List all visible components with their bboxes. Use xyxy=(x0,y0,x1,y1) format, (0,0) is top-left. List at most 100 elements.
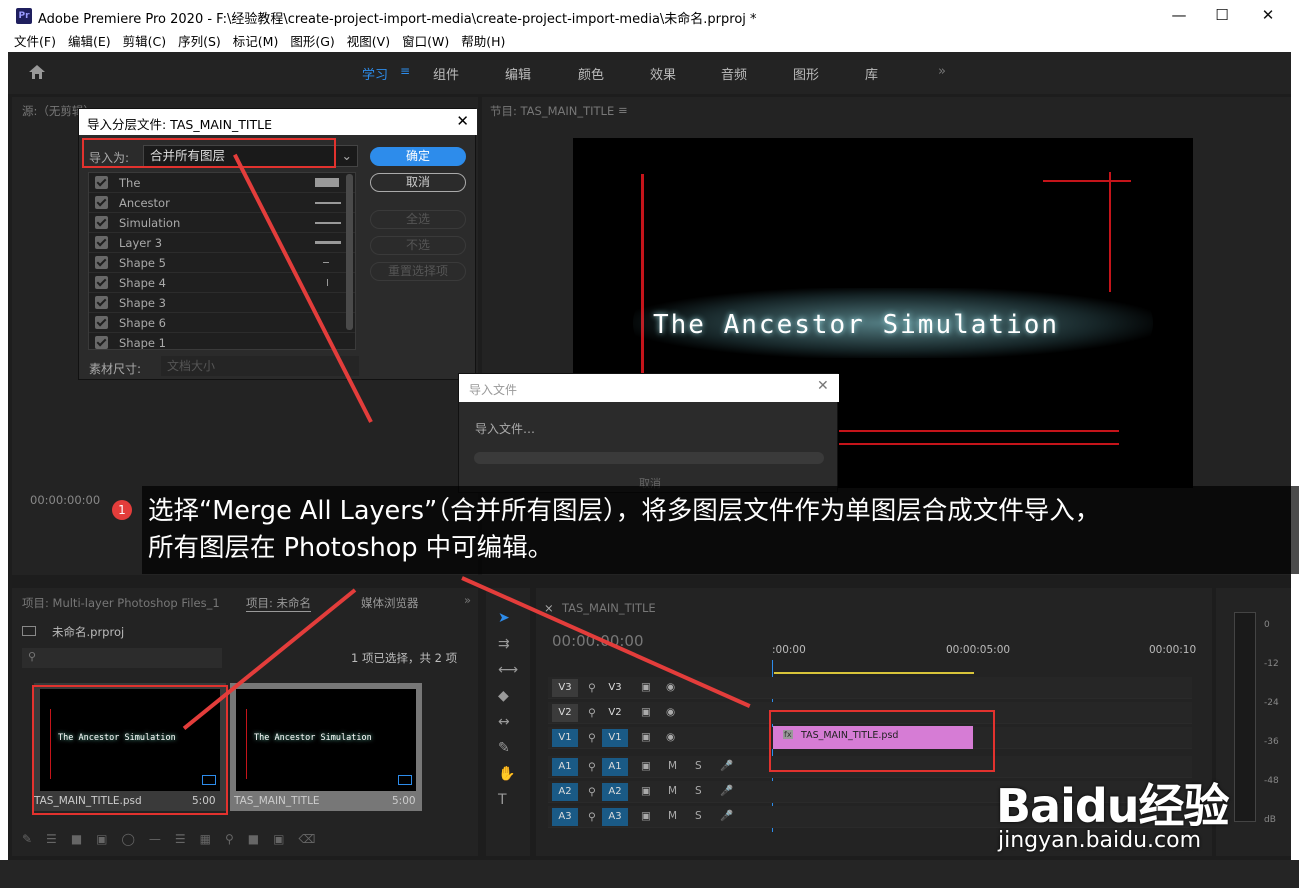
menu-markers[interactable]: 标记(M) xyxy=(227,32,285,52)
menu-help[interactable]: 帮助(H) xyxy=(455,32,511,52)
solo-button[interactable]: S xyxy=(695,810,702,822)
lock-icon[interactable]: ⚲ xyxy=(588,707,596,719)
project-tab-1[interactable]: 项目: Multi-layer Photoshop Files_1 xyxy=(22,595,220,611)
pen-tool-icon[interactable]: ✎ xyxy=(498,740,510,756)
footage-size-select[interactable]: 文档大小 xyxy=(161,356,359,376)
track-label-v1[interactable]: V1 xyxy=(602,729,628,747)
workspace-graphics[interactable]: 图形 xyxy=(793,64,819,83)
layer-row[interactable]: The xyxy=(89,173,355,193)
layer-checkbox[interactable] xyxy=(95,296,108,309)
project-tab-media-browser[interactable]: 媒体浏览器 xyxy=(361,595,419,611)
selection-tool-icon[interactable]: ➤ xyxy=(498,610,510,626)
sync-lock-icon[interactable]: ▣ xyxy=(641,681,651,693)
layer-row[interactable]: Layer 3 xyxy=(89,233,355,253)
work-area-bar[interactable] xyxy=(774,672,974,674)
sync-lock-icon[interactable]: ▣ xyxy=(641,760,651,772)
layer-row[interactable]: Shape 5 xyxy=(89,253,355,273)
workspace-audio[interactable]: 音频 xyxy=(721,64,747,83)
eye-icon[interactable]: ◉ xyxy=(666,706,675,718)
layer-row[interactable]: Simulation xyxy=(89,213,355,233)
sync-lock-icon[interactable]: ▣ xyxy=(641,785,651,797)
lock-icon[interactable]: ⚲ xyxy=(588,786,596,798)
track-target-a1[interactable]: A1 xyxy=(552,758,578,776)
track-target-v2[interactable]: V2 xyxy=(552,704,578,722)
sync-lock-icon[interactable]: ▣ xyxy=(641,706,651,718)
solo-button[interactable]: S xyxy=(695,785,702,797)
track-target-a3[interactable]: A3 xyxy=(552,808,578,826)
layer-checkbox[interactable] xyxy=(95,216,108,229)
layer-checkbox[interactable] xyxy=(95,276,108,289)
workspace-learning[interactable]: 学习 xyxy=(362,64,388,83)
menu-graphics[interactable]: 图形(G) xyxy=(284,32,340,52)
menu-sequence[interactable]: 序列(S) xyxy=(172,32,227,52)
reset-selection-button[interactable]: 重置选择项 xyxy=(370,262,466,281)
menu-file[interactable]: 文件(F) xyxy=(8,32,62,52)
cancel-button[interactable]: 取消 xyxy=(370,173,466,192)
progress-close-icon[interactable]: ✕ xyxy=(817,378,829,394)
sync-lock-icon[interactable]: ▣ xyxy=(641,810,651,822)
menu-window[interactable]: 窗口(W) xyxy=(396,32,455,52)
microphone-icon[interactable]: 🎤 xyxy=(720,759,733,772)
layer-checkbox[interactable] xyxy=(95,336,108,349)
select-none-button[interactable]: 不选 xyxy=(370,236,466,255)
track-target-v1[interactable]: V1 xyxy=(552,729,578,747)
more-tabs-icon[interactable]: » xyxy=(464,593,471,607)
menu-edit[interactable]: 编辑(E) xyxy=(62,32,117,52)
workspace-assembly[interactable]: 组件 xyxy=(433,64,459,83)
ok-button[interactable]: 确定 xyxy=(370,147,466,166)
mute-button[interactable]: M xyxy=(668,760,677,772)
program-panel-title[interactable]: 节目: TAS_MAIN_TITLE xyxy=(490,103,614,119)
lock-icon[interactable]: ⚲ xyxy=(588,761,596,773)
sync-lock-icon[interactable]: ▣ xyxy=(641,731,651,743)
workspace-effects[interactable]: 效果 xyxy=(650,64,676,83)
lock-icon[interactable]: ⚲ xyxy=(588,732,596,744)
maximize-icon[interactable]: ☐ xyxy=(1207,4,1237,26)
mute-button[interactable]: M xyxy=(668,810,677,822)
layer-list-scrollbar[interactable] xyxy=(346,174,353,330)
microphone-icon[interactable]: 🎤 xyxy=(720,809,733,822)
mute-button[interactable]: M xyxy=(668,785,677,797)
workspace-color[interactable]: 颜色 xyxy=(578,64,604,83)
more-workspaces-icon[interactable]: » xyxy=(938,64,946,79)
microphone-icon[interactable]: 🎤 xyxy=(720,784,733,797)
track-select-tool-icon[interactable]: ⇉ xyxy=(498,636,510,652)
track-target-a2[interactable]: A2 xyxy=(552,783,578,801)
lock-icon[interactable]: ⚲ xyxy=(588,682,596,694)
project-tab-2[interactable]: 项目: 未命名 xyxy=(246,595,312,612)
layer-checkbox[interactable] xyxy=(95,256,108,269)
eye-icon[interactable]: ◉ xyxy=(666,731,675,743)
minimize-icon[interactable]: — xyxy=(1164,4,1194,26)
close-icon[interactable]: ✕ xyxy=(1253,4,1283,26)
track-label-a1[interactable]: A1 xyxy=(602,758,628,776)
dialog-close-icon[interactable]: ✕ xyxy=(456,112,469,130)
project-item-sequence[interactable]: The Ancestor Simulation TAS_MAIN_TITLE 5… xyxy=(230,683,422,811)
layer-checkbox[interactable] xyxy=(95,196,108,209)
home-icon[interactable] xyxy=(28,64,46,80)
track-label-a2[interactable]: A2 xyxy=(602,783,628,801)
ripple-edit-tool-icon[interactable]: ⟷ xyxy=(498,662,518,678)
menu-clip[interactable]: 剪辑(C) xyxy=(117,32,172,52)
program-panel-menu-icon[interactable]: ≡ xyxy=(618,103,628,117)
timeline-tab[interactable]: TAS_MAIN_TITLE xyxy=(562,601,656,615)
razor-tool-icon[interactable]: ◆ xyxy=(498,688,509,704)
menu-view[interactable]: 视图(V) xyxy=(341,32,396,52)
lock-icon[interactable]: ⚲ xyxy=(588,811,596,823)
track-label-a3[interactable]: A3 xyxy=(602,808,628,826)
layer-row[interactable]: Ancestor xyxy=(89,193,355,213)
layer-row[interactable]: Shape 4 xyxy=(89,273,355,293)
project-search-input[interactable]: ⚲ xyxy=(22,648,222,668)
workspace-editing[interactable]: 编辑 xyxy=(505,64,531,83)
source-timecode[interactable]: 00:00:00:00 xyxy=(30,493,100,507)
select-all-button[interactable]: 全选 xyxy=(370,210,466,229)
eye-icon[interactable]: ◉ xyxy=(666,681,675,693)
workspace-menu-icon[interactable]: ≡ xyxy=(400,64,410,78)
hand-tool-icon[interactable]: ✋ xyxy=(498,766,515,782)
type-tool-icon[interactable]: T xyxy=(498,792,507,808)
layer-checkbox[interactable] xyxy=(95,316,108,329)
workspace-libraries[interactable]: 库 xyxy=(865,64,878,83)
layer-checkbox[interactable] xyxy=(95,236,108,249)
layer-row[interactable]: Shape 1 xyxy=(89,333,355,349)
solo-button[interactable]: S xyxy=(695,760,702,772)
track-target-v3[interactable]: V3 xyxy=(552,679,578,697)
slip-tool-icon[interactable]: ↔ xyxy=(498,714,510,730)
